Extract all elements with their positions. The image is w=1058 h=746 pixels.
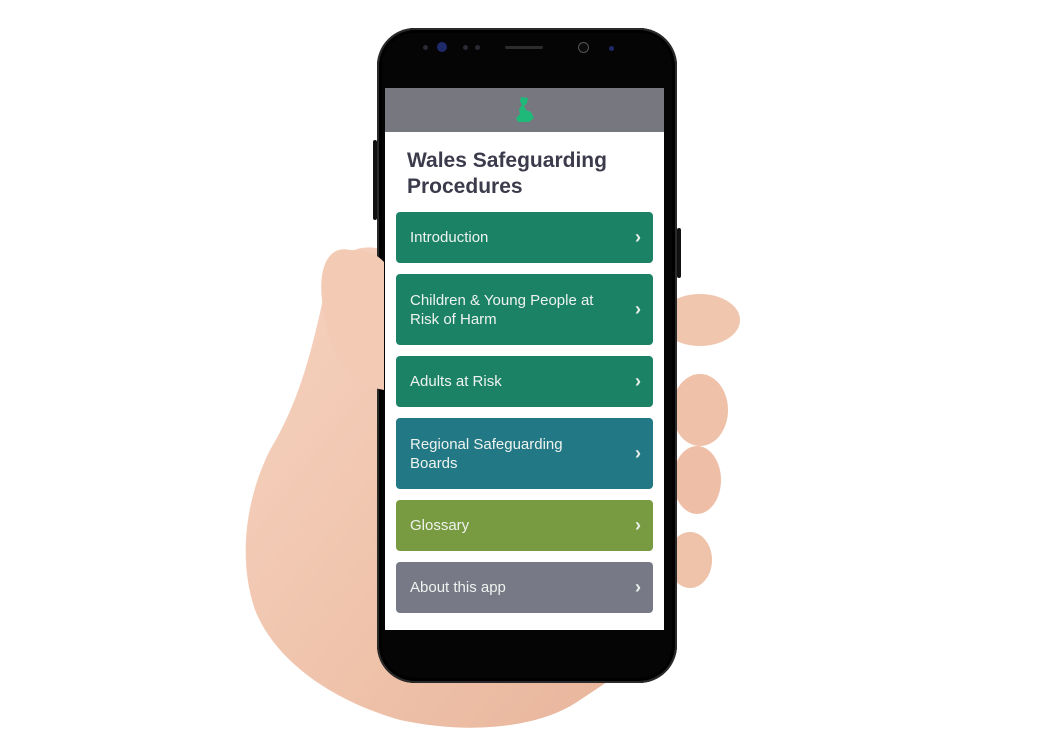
sensor-icon [423,45,428,50]
menu-item-label: Adults at Risk [410,373,502,390]
page-title: Wales Safeguarding Procedures [407,149,607,198]
volume-button [373,140,377,220]
chevron-right-icon: › [635,299,641,319]
chevron-right-icon: › [635,371,641,391]
power-button [677,228,681,278]
menu-item-label: About this app [410,579,506,596]
iris-scanner-icon [578,42,589,53]
sensor-icon [463,45,468,50]
menu-item-glossary[interactable]: Glossary › [396,500,653,551]
menu-item-label: Regional Safeguarding Boards [410,435,563,472]
smartphone: Wales Safeguarding Procedures Introducti… [373,28,681,683]
menu-item-about-this-app[interactable]: About this app › [396,562,653,613]
earpiece-speaker [505,46,543,49]
front-camera-icon [437,42,447,52]
wales-map-icon [515,97,534,122]
chevron-right-icon: › [635,443,641,463]
chevron-right-icon: › [635,227,641,247]
menu-item-regional-safeguarding-boards[interactable]: Regional Safeguarding Boards › [396,418,653,489]
menu-item-label: Glossary [410,517,470,534]
sensor-icon [609,46,614,51]
chevron-right-icon: › [635,515,641,535]
finger-2 [672,374,728,446]
menu-item-label: Children & Young People at Risk of Harm [410,291,594,328]
menu-item-introduction[interactable]: Introduction › [396,212,653,263]
sensor-icon [475,45,480,50]
app-screen: Wales Safeguarding Procedures Introducti… [385,88,664,630]
menu-item-adults-at-risk[interactable]: Adults at Risk › [396,356,653,407]
menu-item-children-young-people[interactable]: Children & Young People at Risk of Harm … [396,274,653,345]
menu-item-label: Introduction [410,229,489,246]
main-menu: Introduction › Children & Young People a… [385,212,664,613]
chevron-right-icon: › [635,577,641,597]
finger-3 [673,446,721,514]
app-header [385,88,664,132]
